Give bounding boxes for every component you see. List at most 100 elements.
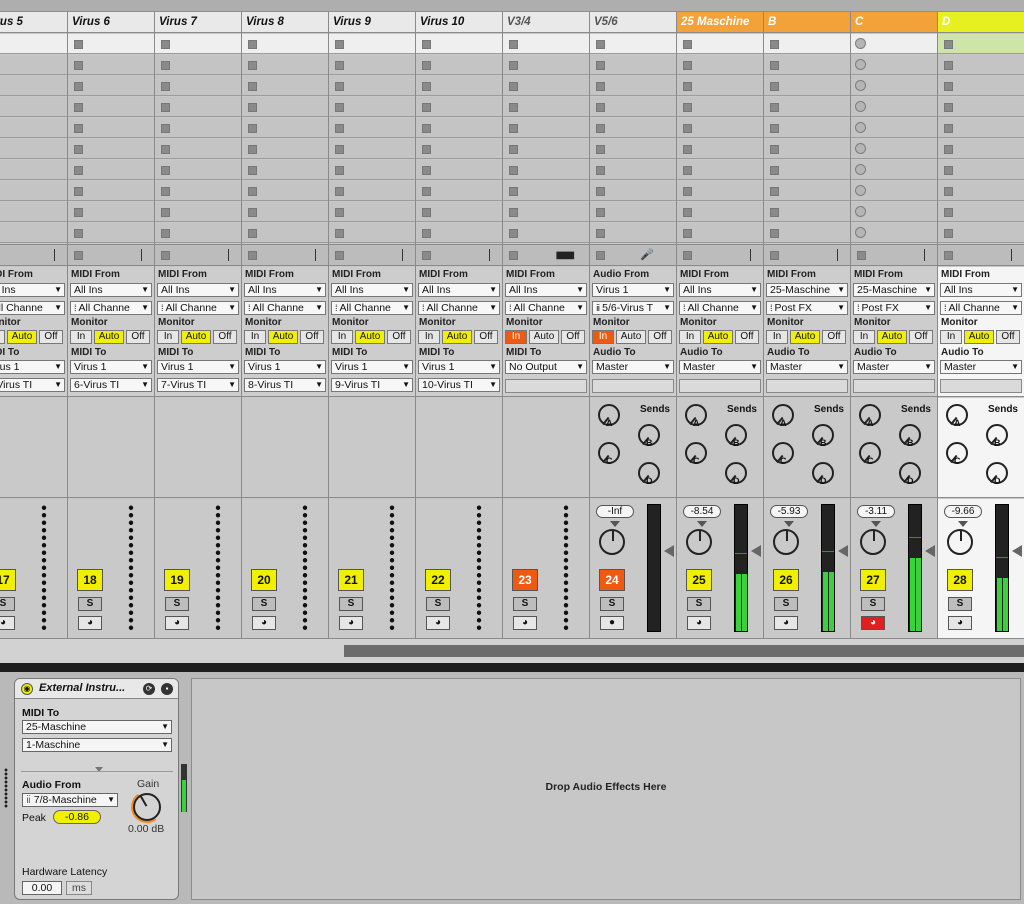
output-dropdown[interactable]: Virus 1 ▼ xyxy=(418,360,500,374)
record-slot-icon[interactable] xyxy=(855,164,866,175)
arm-button[interactable]: ◕ xyxy=(0,616,15,630)
send-d-knob[interactable]: D xyxy=(986,462,1014,490)
fader-handle-icon[interactable] xyxy=(838,545,848,557)
clip-slot[interactable] xyxy=(416,139,502,159)
input-channel-dropdown[interactable]: ⁞All Channe ▼ xyxy=(418,301,500,315)
stop-slot-icon[interactable] xyxy=(422,124,431,133)
clip-slot[interactable] xyxy=(851,181,937,201)
output-dropdown[interactable]: Virus 1 ▼ xyxy=(244,360,326,374)
clip-slot[interactable] xyxy=(764,223,850,243)
solo-button[interactable]: S xyxy=(165,597,189,611)
stop-all-icon[interactable] xyxy=(596,251,605,260)
send-c-knob[interactable]: C xyxy=(772,442,800,470)
input-source-dropdown[interactable]: All Ins ▼ xyxy=(157,283,239,297)
track-activator-button[interactable]: 26 xyxy=(773,569,799,591)
track-title[interactable]: Virus 10 xyxy=(416,12,502,33)
stop-slot-icon[interactable] xyxy=(683,166,692,175)
clip-slot[interactable] xyxy=(503,139,589,159)
record-slot-icon[interactable] xyxy=(855,206,866,217)
clip-slot[interactable] xyxy=(0,139,67,159)
clip-slot[interactable] xyxy=(68,76,154,96)
clip-slot[interactable] xyxy=(503,160,589,180)
track-title[interactable]: 25 Maschine xyxy=(677,12,763,33)
input-channel-dropdown[interactable]: ⅱ 5/6-Virus T ▼ xyxy=(592,301,674,315)
clip-slot[interactable] xyxy=(242,202,328,222)
monitor-auto-button[interactable]: Auto xyxy=(7,330,37,344)
clip-slot[interactable] xyxy=(503,118,589,138)
clip-slot[interactable] xyxy=(416,118,502,138)
clip-slot[interactable] xyxy=(938,181,1024,201)
output-dropdown[interactable]: Virus 1 ▼ xyxy=(0,360,65,374)
monitor-in-button[interactable]: In xyxy=(418,330,440,344)
stop-slot-icon[interactable] xyxy=(161,229,170,238)
device-power-icon[interactable]: ◉ xyxy=(21,683,33,695)
clip-slot[interactable] xyxy=(68,223,154,243)
clip-slot[interactable] xyxy=(68,160,154,180)
input-channel-dropdown[interactable]: ⁞All Channe ▼ xyxy=(157,301,239,315)
send-c-knob[interactable]: C xyxy=(685,442,713,470)
arm-button[interactable]: ◕ xyxy=(861,616,885,630)
stop-all-icon[interactable] xyxy=(683,251,692,260)
stop-slot-icon[interactable] xyxy=(422,145,431,154)
audio-effects-dropzone[interactable]: Drop Audio Effects Here xyxy=(191,678,1021,900)
clip-slot[interactable] xyxy=(764,97,850,117)
output-dropdown[interactable]: Master ▼ xyxy=(766,360,848,374)
send-d-knob[interactable]: D xyxy=(899,462,927,490)
clip-slot[interactable] xyxy=(329,139,415,159)
send-b-knob[interactable]: B xyxy=(899,424,927,452)
clip-slot[interactable] xyxy=(590,34,676,54)
stop-slot-icon[interactable] xyxy=(248,82,257,91)
stop-all-icon[interactable] xyxy=(74,251,83,260)
midi-channel-dropdown[interactable]: 1-Maschine ▼ xyxy=(22,738,172,752)
track-title[interactable]: Virus 8 xyxy=(242,12,328,33)
clip-slot[interactable] xyxy=(155,55,241,75)
stop-slot-icon[interactable] xyxy=(74,82,83,91)
stop-slot-icon[interactable] xyxy=(770,40,779,49)
pan-knob[interactable] xyxy=(599,529,627,557)
stop-slot-icon[interactable] xyxy=(770,208,779,217)
stop-all-icon[interactable] xyxy=(509,251,518,260)
monitor-in-button[interactable]: In xyxy=(244,330,266,344)
input-source-dropdown[interactable]: All Ins ▼ xyxy=(679,283,761,297)
record-slot-icon[interactable] xyxy=(855,101,866,112)
fader-handle-icon[interactable] xyxy=(925,545,935,557)
stop-slot-icon[interactable] xyxy=(596,208,605,217)
track-title[interactable]: C xyxy=(851,12,937,33)
clip-slot[interactable] xyxy=(329,76,415,96)
track-activator-button[interactable]: 28 xyxy=(947,569,973,591)
monitor-auto-button[interactable]: Auto xyxy=(355,330,385,344)
volume-value[interactable]: -3.11 xyxy=(857,505,895,518)
clip-slot[interactable] xyxy=(155,223,241,243)
solo-button[interactable]: S xyxy=(948,597,972,611)
clip-slot[interactable] xyxy=(416,223,502,243)
clip-slot[interactable] xyxy=(677,34,763,54)
stop-slot-icon[interactable] xyxy=(335,40,344,49)
stop-slot-icon[interactable] xyxy=(509,103,518,112)
stop-slot-icon[interactable] xyxy=(248,40,257,49)
clip-slot[interactable] xyxy=(851,202,937,222)
clip-slot[interactable] xyxy=(416,202,502,222)
clip-slot[interactable] xyxy=(155,118,241,138)
drag-grip-icon[interactable] xyxy=(4,768,8,808)
clip-slot[interactable] xyxy=(68,118,154,138)
route-channel-dropdown[interactable]: 10-Virus TI ▼ xyxy=(418,378,500,392)
stop-slot-icon[interactable] xyxy=(74,187,83,196)
clip-slot[interactable] xyxy=(68,139,154,159)
route-channel-empty[interactable] xyxy=(505,379,587,393)
clip-slot[interactable] xyxy=(242,223,328,243)
input-source-dropdown[interactable]: All Ins ▼ xyxy=(331,283,413,297)
clip-slot[interactable] xyxy=(242,160,328,180)
stop-slot-icon[interactable] xyxy=(248,145,257,154)
clip-slot[interactable] xyxy=(851,34,937,54)
record-slot-icon[interactable] xyxy=(855,227,866,238)
clip-slot[interactable] xyxy=(242,55,328,75)
send-a-knob[interactable]: A xyxy=(946,404,974,432)
clip-slot[interactable] xyxy=(242,118,328,138)
clip-slot[interactable] xyxy=(0,181,67,201)
clip-slot[interactable] xyxy=(851,118,937,138)
send-d-knob[interactable]: D xyxy=(812,462,840,490)
clip-slot[interactable] xyxy=(329,118,415,138)
clip-slot[interactable] xyxy=(677,118,763,138)
route-channel-empty[interactable] xyxy=(853,379,935,393)
track-activator-button[interactable]: 24 xyxy=(599,569,625,591)
